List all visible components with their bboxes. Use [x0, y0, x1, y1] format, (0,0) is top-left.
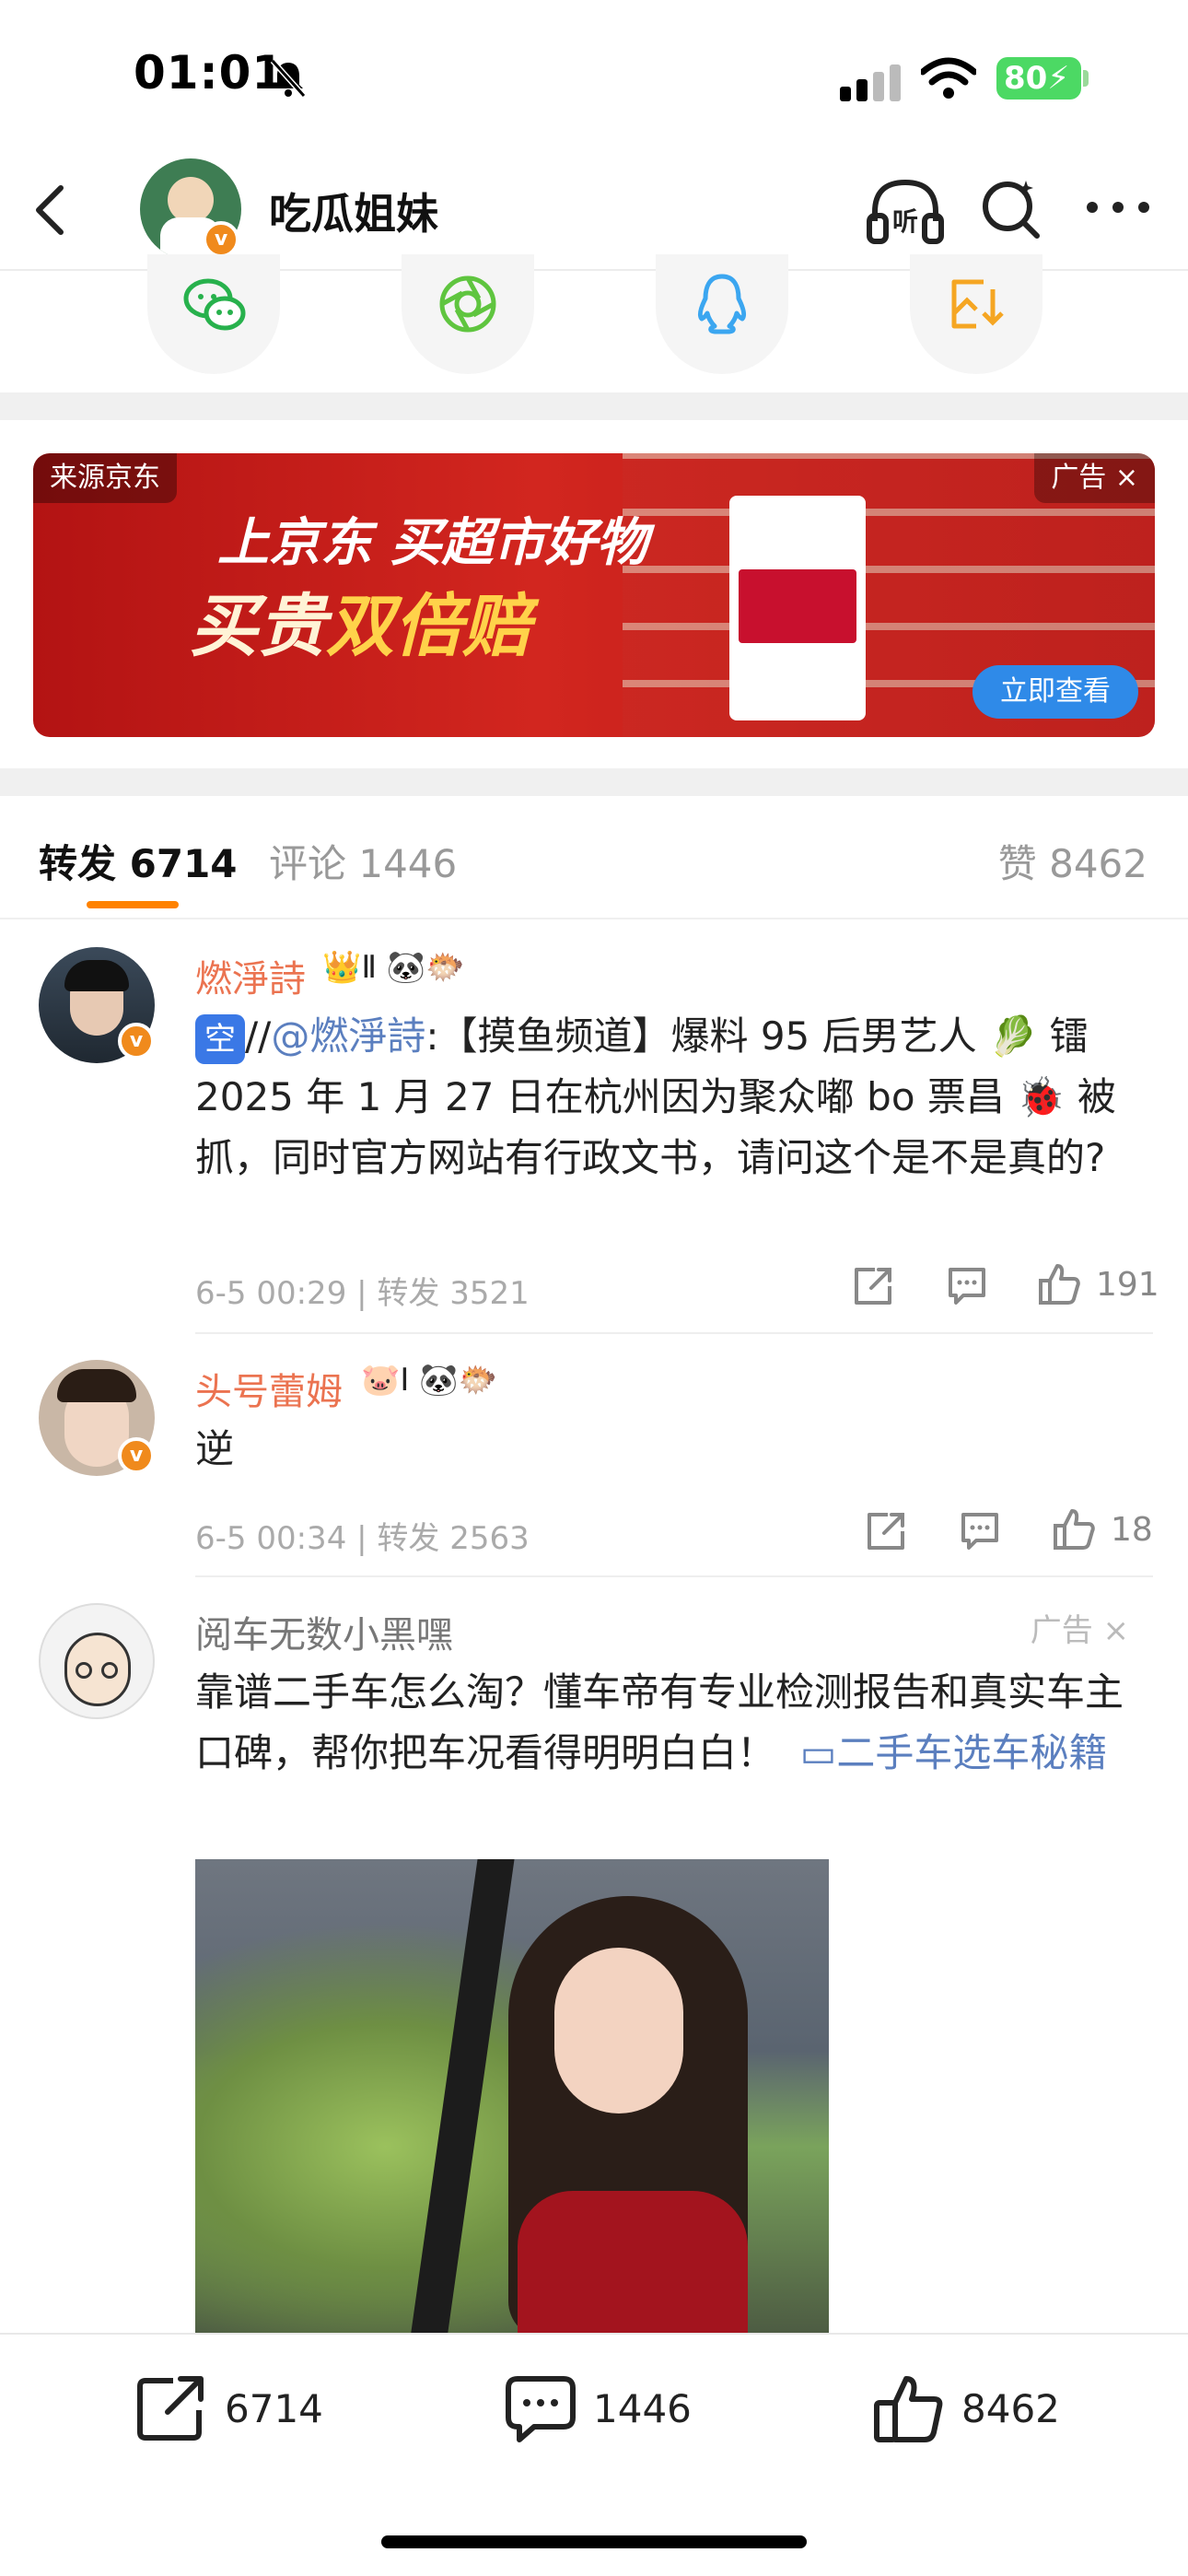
tab-repost[interactable]: 转发 6714	[39, 833, 238, 889]
comment-meta: 6-5 00:29 | 转发 3521	[195, 1275, 530, 1312]
username[interactable]: 燃淨詩	[195, 949, 306, 1002]
share-wechat-button[interactable]	[147, 254, 280, 374]
comment-icon[interactable]	[945, 1264, 989, 1308]
like-icon[interactable]	[1037, 1262, 1081, 1306]
comment-text: 空//@燃淨詩:【摸鱼频道】爆料 95 后男艺人 🥬 镭 2025 年 1 月 …	[195, 1006, 1135, 1188]
section-divider	[0, 392, 1188, 420]
ad-banner[interactable]: 来源京东 广告 × 上京东 买超市好物 买贵双倍赔 立即查看	[33, 453, 1155, 737]
comment-count: 1446	[593, 2386, 692, 2431]
like-icon[interactable]	[1052, 1507, 1096, 1551]
wifi-icon	[921, 57, 976, 99]
username[interactable]: 头号蕾姆	[195, 1362, 343, 1415]
share-row	[0, 254, 1188, 392]
tab-comment[interactable]: 评论 1446	[269, 833, 457, 889]
repost-icon	[137, 2376, 204, 2441]
comment-body: 逆	[195, 1426, 235, 1471]
verified-badge: v	[203, 221, 239, 258]
more-options-icon[interactable]	[1083, 193, 1153, 221]
avatar[interactable]	[39, 1603, 155, 1719]
divider	[195, 1575, 1153, 1577]
kong-badge: 空	[195, 1013, 245, 1064]
like-count: 191	[1096, 1266, 1159, 1304]
tab-like[interactable]: 赞 8462	[998, 833, 1147, 889]
ad-product-image	[729, 496, 866, 720]
ad-subheadline-part2: 双倍赔	[326, 587, 530, 666]
ad-post-text: 靠谱二手车怎么淘？懂车帝有专业检测报告和真实车主口碑，帮你把车况看得明明白白！ …	[195, 1662, 1135, 1784]
battery-level: 80	[1004, 60, 1048, 97]
listen-headphones-icon[interactable]: 听	[866, 175, 945, 245]
avatar-face	[168, 177, 214, 223]
verified-badge: v	[118, 1437, 155, 1474]
ad-subheadline: 买贵双倍赔	[190, 571, 530, 670]
bell-muted-icon	[270, 58, 307, 99]
comment-icon	[506, 2376, 576, 2442]
save-image-button[interactable]	[910, 254, 1042, 374]
status-bar: 01:01 80⚡	[0, 0, 1188, 147]
cellular-signal-icon	[840, 64, 901, 101]
back-arrow-icon[interactable]	[28, 184, 76, 236]
verified-badge: v	[118, 1023, 155, 1060]
divider	[195, 1332, 1153, 1334]
ad-close-button[interactable]: 广告 ×	[1034, 453, 1155, 503]
mention-link[interactable]: @燃淨詩	[271, 1013, 425, 1059]
share-moments-button[interactable]	[402, 254, 534, 374]
product-label	[739, 569, 856, 643]
repost-icon[interactable]	[851, 1264, 895, 1308]
section-divider	[0, 768, 1188, 796]
ad-author[interactable]: 阅车无数小黑嘿	[195, 1605, 453, 1658]
interaction-tabs: 转发 6714 评论 1446 赞 8462	[0, 798, 1188, 919]
like-count: 18	[1111, 1511, 1153, 1549]
comment-meta: 6-5 00:34 | 转发 2563	[195, 1520, 530, 1557]
tab-active-indicator	[87, 901, 179, 908]
comment-icon[interactable]	[958, 1509, 1002, 1553]
user-badges: 🐷Ⅰ 🐼🐡	[361, 1362, 497, 1399]
video-person-dress	[518, 2191, 748, 2338]
home-indicator[interactable]	[381, 2535, 807, 2548]
moments-icon	[439, 275, 496, 333]
status-time: 01:01	[134, 46, 285, 100]
repost-icon[interactable]	[864, 1509, 908, 1553]
like-count: 8462	[961, 2386, 1060, 2431]
ad-headline: 上京东 买超市好物	[217, 513, 648, 573]
qq-icon	[697, 274, 747, 334]
ad-close-button[interactable]: 广告 ×	[1031, 1605, 1129, 1650]
ad-cta-button[interactable]: 立即查看	[973, 665, 1138, 719]
video-person-face	[554, 1948, 683, 2113]
ad-video-thumbnail[interactable]	[195, 1859, 829, 2338]
like-icon	[874, 2376, 943, 2442]
battery-tip	[1083, 70, 1089, 87]
ad-post-link[interactable]: ▭二手车选车秘籍	[800, 1730, 1108, 1775]
account-name[interactable]: 吃瓜姐妹	[269, 181, 438, 241]
search-icon[interactable]	[978, 175, 1042, 241]
repost-prefix: //	[245, 1013, 272, 1059]
svg-text:听: 听	[892, 206, 918, 237]
repost-count: 6714	[225, 2386, 323, 2431]
share-qq-button[interactable]	[656, 254, 788, 374]
save-image-icon	[951, 279, 1004, 329]
user-badges: 👑Ⅱ 🐼🐡	[322, 949, 465, 986]
ad-subheadline-part1: 买贵	[190, 587, 326, 666]
header: v 吃瓜姐妹 听	[0, 147, 1188, 271]
battery-indicator: 80⚡	[996, 57, 1081, 100]
ad-source-label: 来源京东	[33, 453, 177, 503]
wechat-icon	[183, 278, 246, 331]
